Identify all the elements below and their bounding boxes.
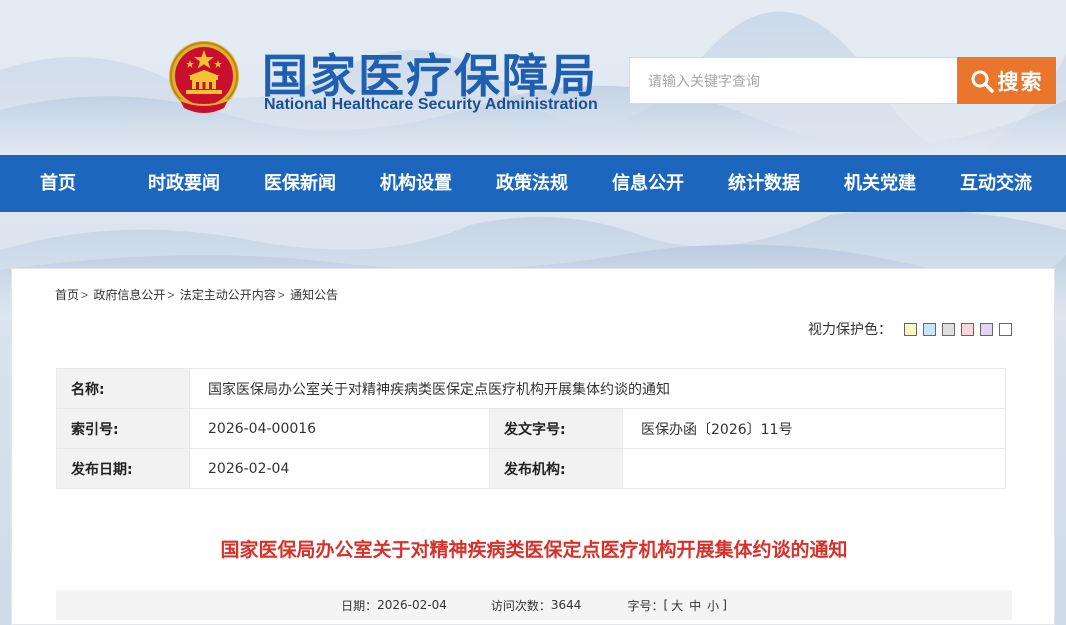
meta-date-value: 2026-02-04 <box>377 598 447 612</box>
meta-bracket-open: [ <box>663 598 669 612</box>
org-label: 发布机构: <box>489 448 623 489</box>
index-label: 索引号: <box>56 408 190 449</box>
main-nav: 首页 时政要闻 医保新闻 机构设置 政策法规 信息公开 统计数据 机关党建 互动… <box>0 155 1066 212</box>
breadcrumb-notices[interactable]: 通知公告 <box>290 288 338 302</box>
document-info-table: 名称: 国家医保局办公室关于对精神疾病类医保定点医疗机构开展集体约谈的通知 索引… <box>56 368 1006 489</box>
index-value: 2026-04-00016 <box>189 408 490 449</box>
nav-item-interaction[interactable]: 互动交流 <box>938 155 1054 212</box>
meta-date-label: 日期： <box>341 598 378 613</box>
breadcrumb-statutory-content[interactable]: 法定主动公开内容 <box>180 288 276 302</box>
nav-item-policies[interactable]: 政策法规 <box>474 155 590 212</box>
nav-item-organization[interactable]: 机构设置 <box>358 155 474 212</box>
date-value: 2026-02-04 <box>189 448 490 489</box>
swatch-gray[interactable] <box>942 322 955 336</box>
org-value <box>622 448 1006 489</box>
name-value: 国家医保局办公室关于对精神疾病类医保定点医疗机构开展集体约谈的通知 <box>189 368 1006 409</box>
swatch-pink[interactable] <box>961 322 974 336</box>
breadcrumb: 首页 > 政府信息公开 > 法定主动公开内容 > 通知公告 <box>55 286 338 303</box>
font-size-medium-link[interactable]: 中 <box>689 597 701 614</box>
nav-item-party-building[interactable]: 机关党建 <box>822 155 938 212</box>
breadcrumb-home[interactable]: 首页 <box>55 288 79 302</box>
nav-item-current-affairs[interactable]: 时政要闻 <box>126 155 242 212</box>
meta-bracket-close: ] <box>722 598 727 612</box>
name-label: 名称: <box>56 368 190 409</box>
breadcrumb-disclosure[interactable]: 政府信息公开 <box>93 288 165 302</box>
breadcrumb-separator: > <box>277 288 285 302</box>
eye-protection-label: 视力保护色： <box>808 322 892 338</box>
swatch-white[interactable] <box>999 322 1012 336</box>
table-row: 名称: 国家医保局办公室关于对精神疾病类医保定点医疗机构开展集体约谈的通知 <box>56 368 1006 409</box>
meta-visits-label: 访问次数： <box>490 598 551 613</box>
nav-item-disclosure[interactable]: 信息公开 <box>590 155 706 212</box>
search-button-label: 搜索 <box>997 69 1044 94</box>
breadcrumb-separator: > <box>167 288 175 302</box>
date-label: 发布日期: <box>56 448 190 489</box>
nav-item-statistics[interactable]: 统计数据 <box>706 155 822 212</box>
docno-label: 发文字号: <box>489 408 623 449</box>
search-input[interactable] <box>629 57 959 104</box>
site-title-en[interactable]: National Healthcare Security Administrat… <box>264 96 598 114</box>
docno-value: 医保办函〔2026〕11号 <box>622 408 1006 449</box>
font-size-small-link[interactable]: 小 <box>707 597 719 614</box>
nav-item-home[interactable]: 首页 <box>0 155 126 212</box>
national-emblem-icon[interactable] <box>166 38 242 118</box>
content-card: 首页 > 政府信息公开 > 法定主动公开内容 > 通知公告 视力保护色： 名称: 国家… <box>11 268 1055 625</box>
font-size-large-link[interactable]: 大 <box>671 597 683 614</box>
breadcrumb-separator: > <box>81 288 89 302</box>
nav-item-healthcare-news[interactable]: 医保新闻 <box>242 155 358 212</box>
search-button[interactable]: 搜索 <box>957 57 1056 104</box>
table-row: 索引号: 2026-04-00016 发文字号: 医保办函〔2026〕11号 <box>56 408 1006 449</box>
eye-protection-colors: 视力保护色： <box>808 319 1018 339</box>
swatch-yellow[interactable] <box>904 322 917 336</box>
meta-visits-value: 3644 <box>550 598 582 612</box>
search-icon <box>971 70 994 93</box>
site-header: 国家医疗保障局 National Healthcare Security Adm… <box>0 0 1066 155</box>
document-title: 国家医保局办公室关于对精神疾病类医保定点医疗机构开展集体约谈的通知 <box>220 539 848 561</box>
table-row: 发布日期: 2026-02-04 发布机构: <box>56 448 1006 489</box>
document-meta-bar: 日期： 2026-02-04 访问次数： 3644 字号： [ 大 中 小 ] <box>56 590 1012 620</box>
meta-font-label: 字号： <box>627 598 664 613</box>
swatch-blue[interactable] <box>923 322 936 336</box>
swatch-purple[interactable] <box>980 322 993 336</box>
